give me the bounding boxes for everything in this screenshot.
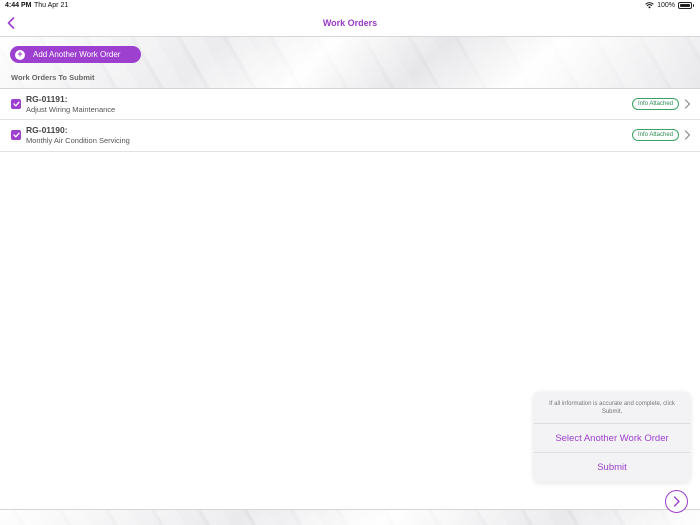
popup-message: If all information is accurate and compl… [534,392,690,424]
status-time: 4:44 PM [5,1,32,9]
submit-popup: If all information is accurate and compl… [534,392,690,482]
work-order-checkbox[interactable] [11,99,21,109]
add-work-order-label: Add Another Work Order [33,50,121,59]
checkmark-icon [12,132,20,138]
work-order-checkbox[interactable] [11,130,21,140]
battery-percent: 100% [657,1,675,9]
work-order-row[interactable]: RG-01190: Monthly Air Condition Servicin… [0,120,700,152]
header-banner: + Add Another Work Order Work Orders To … [0,36,700,88]
chevron-right-icon [684,99,691,109]
work-order-id: RG-01190: [26,125,68,135]
status-date: Thu Apr 21 [34,1,69,9]
chevron-right-icon [673,496,680,507]
chevron-right-icon [684,130,691,140]
section-label: Work Orders To Submit [11,73,95,82]
work-order-id: RG-01191: [26,94,68,104]
info-attached-badge: Info Attached [631,129,679,141]
work-order-description: Monthly Air Condition Servicing [26,136,130,145]
wifi-icon [645,1,654,8]
nav-bar: Work Orders [0,11,700,36]
checkmark-icon [12,101,20,107]
status-bar: 4:44 PM Thu Apr 21 100% [0,0,700,11]
submit-button[interactable]: Submit [534,453,690,482]
work-order-row[interactable]: RG-01191: Adjust Wiring Maintenance Info… [0,88,700,120]
battery-icon [678,1,694,9]
footer-banner [0,509,700,525]
next-button[interactable] [665,490,688,513]
select-another-work-order-button[interactable]: Select Another Work Order [534,424,690,453]
work-order-description: Adjust Wiring Maintenance [26,105,116,114]
info-attached-badge: Info Attached [631,98,679,110]
work-order-list: RG-01191: Adjust Wiring Maintenance Info… [0,88,700,152]
status-indicators: 100% [645,1,694,9]
add-work-order-button[interactable]: + Add Another Work Order [10,46,141,63]
page-title: Work Orders [322,18,378,28]
plus-icon: + [15,49,25,60]
